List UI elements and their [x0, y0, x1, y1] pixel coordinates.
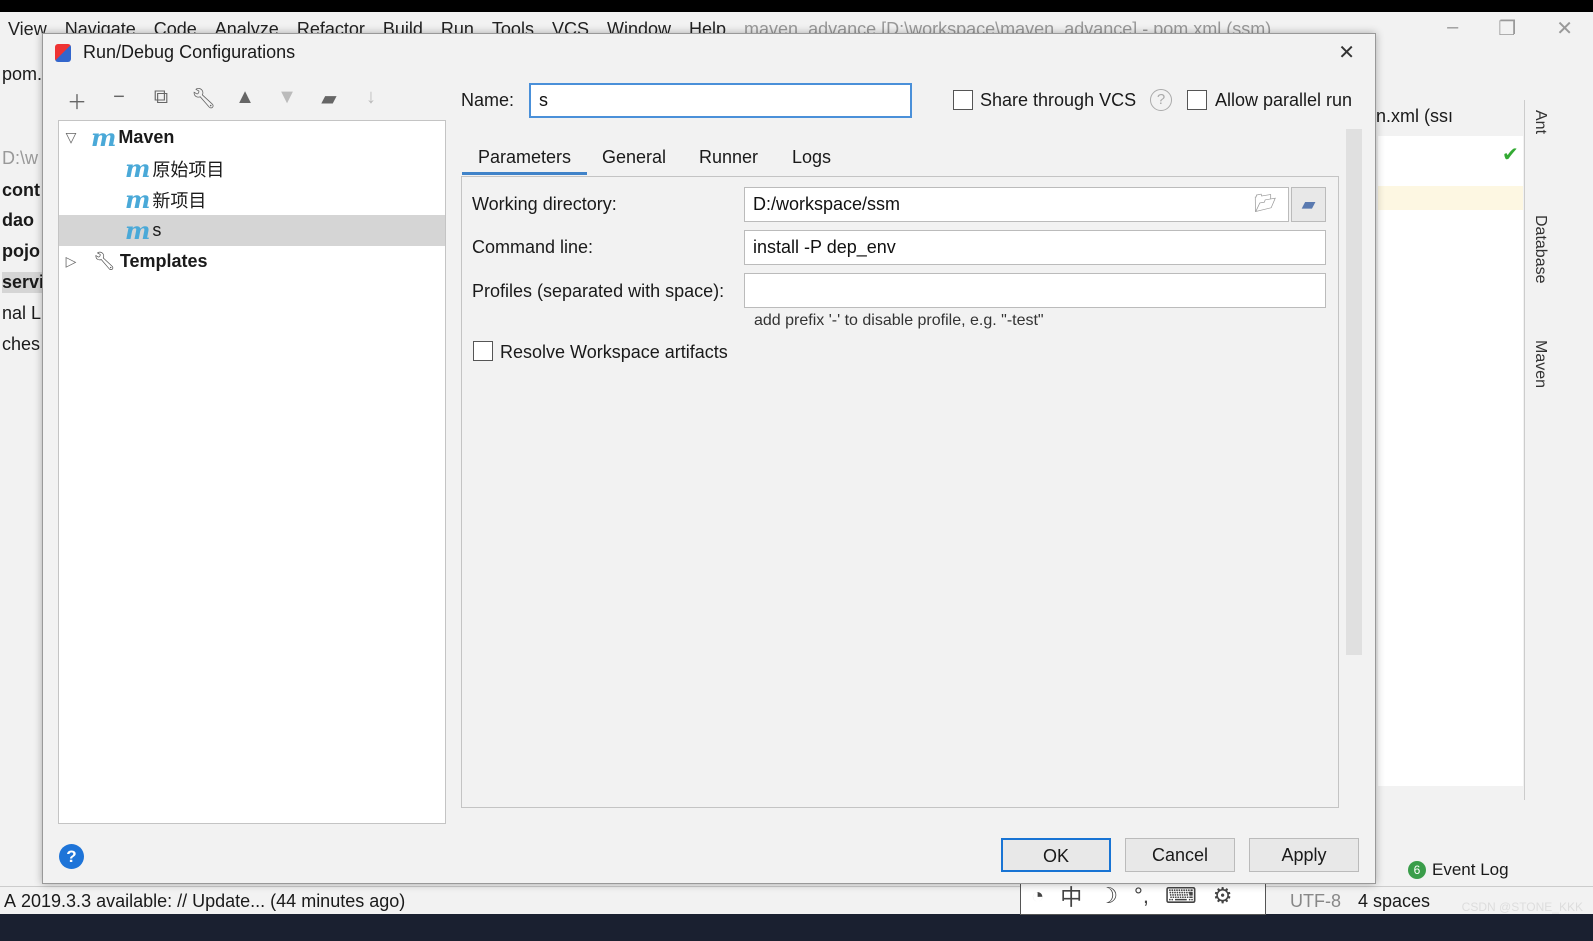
allow-parallel-label[interactable]: Allow parallel run [1215, 90, 1352, 111]
tab-logs[interactable]: Logs [776, 140, 847, 175]
share-vcs-checkbox[interactable] [953, 90, 973, 110]
tree-item-maven[interactable]: ▽ m Maven [59, 122, 445, 153]
side-tab-maven[interactable]: Maven [1531, 340, 1549, 388]
tab-runner[interactable]: Runner [683, 140, 774, 175]
window-controls: – ❐ ✕ [1447, 16, 1573, 41]
top-black-bar [0, 0, 1593, 12]
side-tool-tabs: Ant Database Maven [1524, 100, 1558, 800]
tree-label: Templates [119, 251, 208, 271]
ime-moon-icon[interactable]: ☽ [1098, 883, 1118, 909]
command-line-label: Command line: [472, 237, 594, 257]
close-icon[interactable]: ✕ [1338, 40, 1355, 65]
resolve-workspace-checkbox[interactable] [473, 341, 493, 361]
tree-label: s [152, 220, 162, 240]
new-folder-icon[interactable]: ▰ [317, 86, 341, 115]
sort-icon[interactable]: ↓ [359, 86, 383, 115]
tree-label: 原始项目 [152, 159, 225, 180]
tree-item-config[interactable]: m 原始项目 [59, 153, 445, 184]
add-icon[interactable]: ＋ [65, 86, 89, 115]
check-icon: ✔ [1502, 144, 1519, 166]
minimize-icon[interactable]: – [1447, 16, 1458, 41]
tree-item-config-selected[interactable]: ms [59, 215, 445, 246]
tree-item-templates[interactable]: ▷ 🔧︎ Templates [59, 246, 445, 277]
ime-settings-icon[interactable]: ⚙ [1213, 883, 1233, 909]
project-item[interactable]: pojo [2, 241, 40, 262]
dialog-title: Run/Debug Configurations [83, 42, 296, 62]
macro-folder-button[interactable]: ▰ [1291, 187, 1326, 222]
side-tab-ant[interactable]: Ant [1531, 110, 1549, 134]
editor-area: ✔ [1378, 136, 1523, 786]
ime-logo-icon[interactable]: ◔ [1031, 883, 1044, 909]
tab-parameters[interactable]: Parameters [462, 140, 588, 175]
move-up-icon[interactable]: ▲ [233, 86, 257, 115]
chevron-right-icon[interactable]: ▷ [59, 253, 83, 270]
chevron-down-icon[interactable]: ▽ [59, 129, 83, 146]
indent[interactable]: 4 spaces [1358, 887, 1430, 915]
tree-item-config[interactable]: m 新项目 [59, 184, 445, 215]
intellij-icon [55, 44, 71, 62]
taskbar: CSDN @STONE_KKK [0, 900, 1593, 941]
share-vcs-label[interactable]: Share through VCS [980, 90, 1136, 111]
config-toolbar: ＋ − ⧉ 🔧︎ ▲ ▼ ▰ ↓ [65, 86, 383, 115]
profiles-hint: add prefix '-' to disable profile, e.g. … [754, 312, 1044, 329]
watermark: CSDN @STONE_KKK [1461, 900, 1583, 914]
run-debug-dialog: Run/Debug Configurations ✕ ＋ − ⧉ 🔧︎ ▲ ▼ … [42, 33, 1376, 884]
keyboard-icon[interactable]: ⌨ [1165, 883, 1197, 909]
working-dir-input[interactable] [744, 187, 1289, 222]
project-item[interactable]: nal L [2, 303, 41, 324]
maven-icon: m [91, 123, 117, 152]
command-line-input[interactable] [744, 230, 1326, 265]
profiles-label: Profiles (separated with space): [472, 281, 725, 301]
maven-icon: m [125, 154, 151, 183]
scrollbar[interactable] [1346, 129, 1362, 655]
project-item[interactable]: ches [2, 334, 40, 355]
copy-icon[interactable]: ⧉ [149, 86, 173, 115]
folder-open-icon[interactable]: 📂︎ [1254, 193, 1277, 214]
status-bar: А 2019.3.3 available: // Update... (44 m… [0, 886, 1593, 914]
apply-button[interactable]: Apply [1249, 838, 1359, 872]
status-text[interactable]: А 2019.3.3 available: // Update... (44 m… [4, 891, 405, 911]
profiles-input[interactable] [744, 273, 1326, 308]
help-icon[interactable]: ? [59, 844, 84, 869]
event-count-badge: 6 [1408, 861, 1426, 879]
resolve-workspace-label[interactable]: Resolve Workspace artifacts [500, 342, 728, 363]
ok-button[interactable]: OK [1001, 838, 1111, 872]
move-down-icon[interactable]: ▼ [275, 86, 299, 115]
maven-icon: m [125, 185, 151, 214]
maven-icon: m [125, 216, 151, 245]
working-dir-label: Working directory: [472, 194, 617, 214]
project-item[interactable]: servi [2, 272, 44, 293]
config-tree: ▽ m Maven m 原始项目 m 新项目 ms ▷ 🔧︎ Templates [58, 120, 446, 824]
tree-label: 新项目 [152, 190, 207, 211]
restore-icon[interactable]: ❐ [1498, 16, 1516, 41]
project-item[interactable]: D:\w [2, 148, 38, 169]
encoding[interactable]: UTF-8 [1290, 887, 1341, 915]
editor-tab[interactable]: n.xml (ssı [1376, 106, 1453, 127]
tab-general[interactable]: General [586, 140, 682, 175]
project-item[interactable]: dao [2, 210, 34, 231]
tree-label: Maven [118, 127, 175, 147]
allow-parallel-checkbox[interactable] [1187, 90, 1207, 110]
wrench-icon: 🔧︎ [93, 251, 116, 271]
menu-view[interactable]: View [8, 19, 47, 40]
remove-icon[interactable]: − [107, 86, 131, 115]
name-input[interactable] [529, 83, 912, 118]
event-log-label: Event Log [1432, 860, 1509, 879]
project-panel: pom.x D:\w cont dao pojo servi nal L che… [0, 60, 51, 860]
event-log-button[interactable]: 6 Event Log [1408, 860, 1509, 880]
side-tab-database[interactable]: Database [1531, 215, 1549, 284]
close-window-icon[interactable]: ✕ [1556, 16, 1573, 41]
wrench-icon[interactable]: 🔧︎ [191, 86, 216, 115]
ime-chinese-icon[interactable]: 中 [1060, 880, 1082, 912]
name-label: Name: [461, 90, 515, 110]
cancel-button[interactable]: Cancel [1125, 838, 1235, 872]
parameters-panel: Working directory: 📂︎ ▰ Command line: Pr… [461, 176, 1339, 808]
ime-punct-icon[interactable]: °, [1134, 883, 1149, 909]
help-circle-icon[interactable]: ? [1150, 89, 1172, 111]
project-item[interactable]: cont [2, 180, 40, 201]
